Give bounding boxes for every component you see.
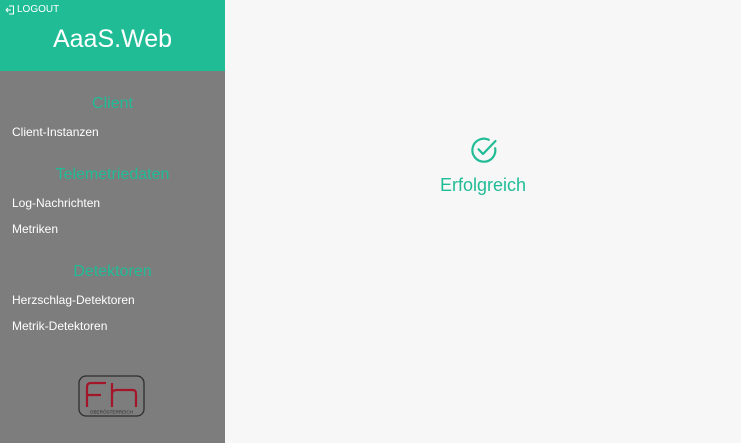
main-content: Erfolgreich (225, 0, 741, 443)
check-circle-icon (471, 137, 497, 163)
nav-item-metriken[interactable]: Metriken (12, 221, 58, 237)
section-title-client: Client (92, 95, 133, 112)
nav-item-metrik-detektoren[interactable]: Metrik-Detektoren (12, 318, 107, 334)
logout-icon (5, 5, 14, 15)
logout-button[interactable]: LOGOUT (5, 4, 59, 16)
nav-item-herzschlag-detektoren[interactable]: Herzschlag-Detektoren (12, 292, 135, 308)
logout-label: LOGOUT (17, 4, 60, 15)
nav-item-client-instanzen[interactable]: Client-Instanzen (12, 124, 99, 140)
brand-header: LOGOUT AaaS.Web (0, 0, 225, 71)
section-title-telemetriedaten: Telemetriedaten (55, 166, 170, 183)
app-title: AaaS.Web (52, 25, 173, 53)
success-message: Erfolgreich (439, 175, 527, 195)
fh-logo: OBERÖSTERREICH (78, 375, 145, 417)
fh-logo-text: OBERÖSTERREICH (90, 409, 133, 415)
nav-item-log-nachrichten[interactable]: Log-Nachrichten (12, 195, 100, 211)
section-title-detektoren: Detektoren (73, 263, 152, 280)
sidebar: LOGOUT AaaS.Web Client Client-Instanzen … (0, 0, 225, 443)
